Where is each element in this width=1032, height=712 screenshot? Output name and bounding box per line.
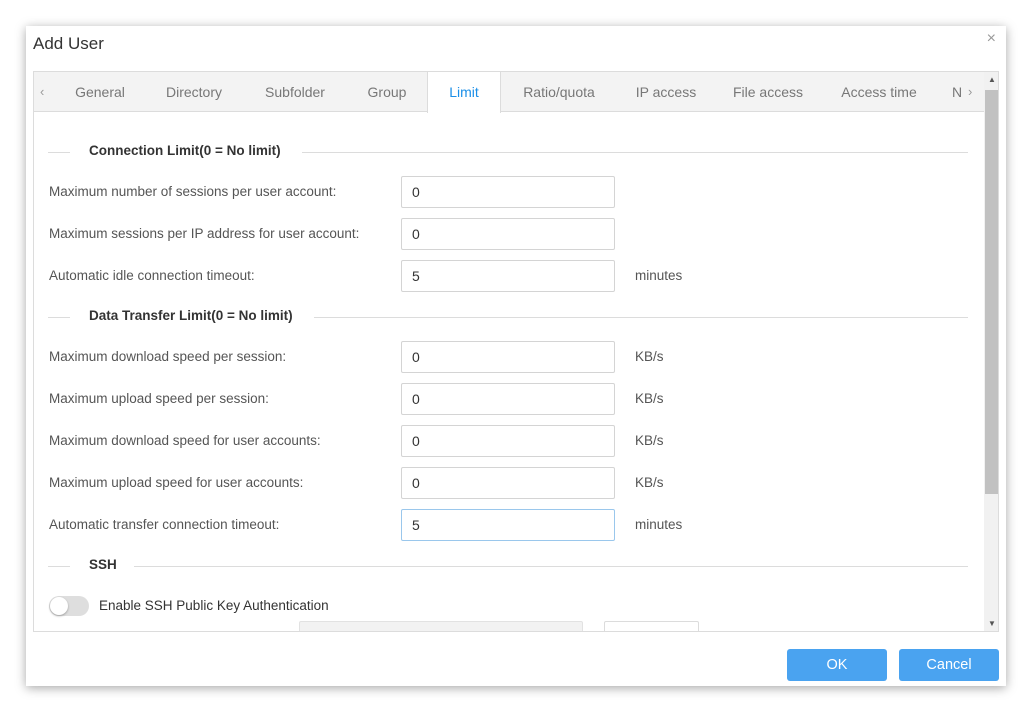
- tab-ratio-quota[interactable]: Ratio/quota: [512, 72, 606, 112]
- ssh-key-field[interactable]: [299, 621, 583, 631]
- idle-timeout-input[interactable]: [401, 260, 615, 292]
- divider: [314, 317, 968, 318]
- download-speed-session-input[interactable]: [401, 341, 615, 373]
- tab-scroll-left-icon[interactable]: ‹: [40, 84, 44, 99]
- toggle-knob: [50, 597, 68, 615]
- upload-speed-session-unit: KB/s: [635, 391, 664, 406]
- close-icon[interactable]: ×: [987, 30, 996, 48]
- upload-speed-session-label: Maximum upload speed per session:: [49, 391, 269, 406]
- add-user-dialog: Add User × ‹ General Directory Subfolder…: [26, 26, 1006, 686]
- tab-access-time[interactable]: Access time: [832, 72, 926, 112]
- tab-panel: ‹ General Directory Subfolder Group Limi…: [33, 71, 999, 632]
- tab-general[interactable]: General: [64, 72, 136, 112]
- tab-subfolder[interactable]: Subfolder: [254, 72, 336, 112]
- section-data-transfer-limit: Data Transfer Limit(0 = No limit): [48, 307, 968, 327]
- ssh-public-key-label: Enable SSH Public Key Authentication: [99, 598, 329, 613]
- dialog-title: Add User: [33, 34, 104, 53]
- divider: [48, 566, 70, 567]
- tab-limit[interactable]: Limit: [427, 72, 501, 113]
- scrollbar-thumb[interactable]: [985, 90, 998, 494]
- ok-button[interactable]: OK: [787, 649, 887, 681]
- idle-timeout-unit: minutes: [635, 268, 683, 283]
- transfer-timeout-input[interactable]: [401, 509, 615, 541]
- divider: [134, 566, 968, 567]
- upload-speed-session-input[interactable]: [401, 383, 615, 415]
- cancel-button[interactable]: Cancel: [899, 649, 999, 681]
- download-speed-account-label: Maximum download speed for user accounts…: [49, 433, 321, 448]
- max-sessions-per-ip-input[interactable]: [401, 218, 615, 250]
- tab-file-access[interactable]: File access: [724, 72, 812, 112]
- tab-ip-access[interactable]: IP access: [626, 72, 706, 112]
- download-speed-session-label: Maximum download speed per session:: [49, 349, 287, 364]
- tab-group[interactable]: Group: [356, 72, 418, 112]
- max-sessions-input[interactable]: [401, 176, 615, 208]
- upload-speed-account-unit: KB/s: [635, 475, 664, 490]
- ssh-key-button[interactable]: [604, 621, 699, 631]
- scroll-up-icon[interactable]: ▲: [988, 75, 996, 84]
- max-sessions-per-ip-label: Maximum sessions per IP address for user…: [49, 226, 360, 241]
- tab-bar: ‹ General Directory Subfolder Group Limi…: [34, 72, 984, 113]
- download-speed-account-input[interactable]: [401, 425, 615, 457]
- section-title: Connection Limit(0 = No limit): [89, 143, 281, 158]
- idle-timeout-label: Automatic idle connection timeout:: [49, 268, 255, 283]
- tab-directory[interactable]: Directory: [154, 72, 234, 112]
- transfer-timeout-label: Automatic transfer connection timeout:: [49, 517, 280, 532]
- section-connection-limit: Connection Limit(0 = No limit): [48, 142, 968, 162]
- scroll-down-icon[interactable]: ▼: [988, 619, 996, 628]
- divider: [302, 152, 968, 153]
- tab-truncated[interactable]: N: [950, 72, 964, 112]
- download-speed-session-unit: KB/s: [635, 349, 664, 364]
- transfer-timeout-unit: minutes: [635, 517, 683, 532]
- max-sessions-label: Maximum number of sessions per user acco…: [49, 184, 337, 199]
- section-title: SSH: [89, 557, 117, 572]
- upload-speed-account-input[interactable]: [401, 467, 615, 499]
- download-speed-account-unit: KB/s: [635, 433, 664, 448]
- section-ssh: SSH: [48, 556, 968, 576]
- divider: [48, 317, 70, 318]
- section-title: Data Transfer Limit(0 = No limit): [89, 308, 293, 323]
- divider: [48, 152, 70, 153]
- upload-speed-account-label: Maximum upload speed for user accounts:: [49, 475, 304, 490]
- tab-scroll-right-icon[interactable]: ›: [968, 84, 972, 99]
- vertical-scrollbar[interactable]: ▲ ▼: [984, 72, 998, 631]
- ssh-public-key-toggle[interactable]: [49, 596, 89, 616]
